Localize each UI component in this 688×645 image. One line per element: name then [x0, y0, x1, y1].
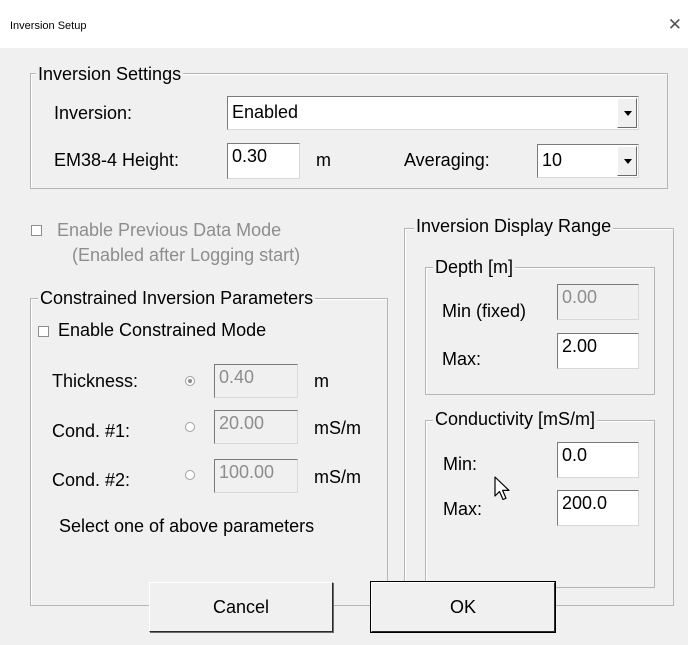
cond-max-input[interactable]: 200.0 [557, 490, 639, 526]
cond2-input[interactable]: 100.00 [214, 459, 298, 493]
depth-legend: Depth [m] [433, 257, 516, 277]
thickness-radio[interactable] [185, 376, 195, 386]
dialog-body: Inversion Settings Inversion: Enabled EM… [0, 48, 688, 645]
cond2-unit: mS/m [314, 467, 361, 487]
height-label: EM38-4 Height: [54, 150, 180, 170]
constrained-group [30, 298, 388, 606]
chevron-down-icon[interactable] [617, 146, 637, 176]
cond-min-input[interactable]: 0.0 [557, 442, 639, 478]
constrained-hint: Select one of above parameters [59, 516, 315, 536]
cond1-radio[interactable] [185, 422, 195, 432]
cond2-radio[interactable] [185, 470, 195, 480]
previous-mode-label: Enable Previous Data Mode [57, 220, 282, 240]
title-bar: Inversion Setup ✕ [0, 0, 688, 48]
inversion-settings-legend: Inversion Settings [36, 64, 184, 84]
cancel-button[interactable]: Cancel [149, 582, 333, 632]
constrained-mode-checkbox[interactable] [38, 326, 49, 337]
averaging-label: Averaging: [404, 150, 490, 170]
cond2-label: Cond. #2: [52, 470, 131, 490]
constrained-legend: Constrained Inversion Parameters [38, 288, 316, 308]
averaging-select-value: 10 [542, 150, 563, 170]
previous-mode-checkbox[interactable] [31, 225, 42, 236]
conductivity-legend: Conductivity [mS/m] [433, 409, 598, 429]
previous-mode-note: (Enabled after Logging start) [72, 245, 301, 265]
height-unit: m [316, 150, 331, 170]
window-title: Inversion Setup [10, 20, 87, 32]
cond1-unit: mS/m [314, 418, 361, 438]
cond1-input[interactable]: 20.00 [214, 410, 298, 444]
averaging-select[interactable]: 10 [537, 144, 639, 178]
inversion-label: Inversion: [54, 103, 133, 123]
inversion-select[interactable]: Enabled [227, 96, 639, 130]
ok-button[interactable]: OK [370, 581, 556, 633]
chevron-down-icon[interactable] [617, 98, 637, 128]
close-icon[interactable]: ✕ [668, 15, 682, 35]
thickness-unit: m [314, 371, 329, 391]
height-input[interactable]: 0.30 [227, 143, 300, 179]
constrained-mode-label: Enable Constrained Mode [58, 320, 267, 340]
depth-min-label: Min (fixed) [442, 301, 527, 321]
depth-max-input[interactable]: 2.00 [557, 333, 639, 369]
thickness-label: Thickness: [52, 371, 139, 391]
cond-min-label: Min: [443, 454, 478, 474]
cond-max-label: Max: [443, 499, 483, 519]
mouse-cursor-icon [494, 476, 510, 501]
depth-max-label: Max: [442, 349, 482, 369]
cond1-label: Cond. #1: [52, 421, 131, 441]
depth-min-input: 0.00 [557, 284, 639, 320]
display-range-legend: Inversion Display Range [414, 216, 614, 236]
inversion-select-value: Enabled [232, 102, 299, 122]
thickness-input[interactable]: 0.40 [214, 364, 298, 398]
